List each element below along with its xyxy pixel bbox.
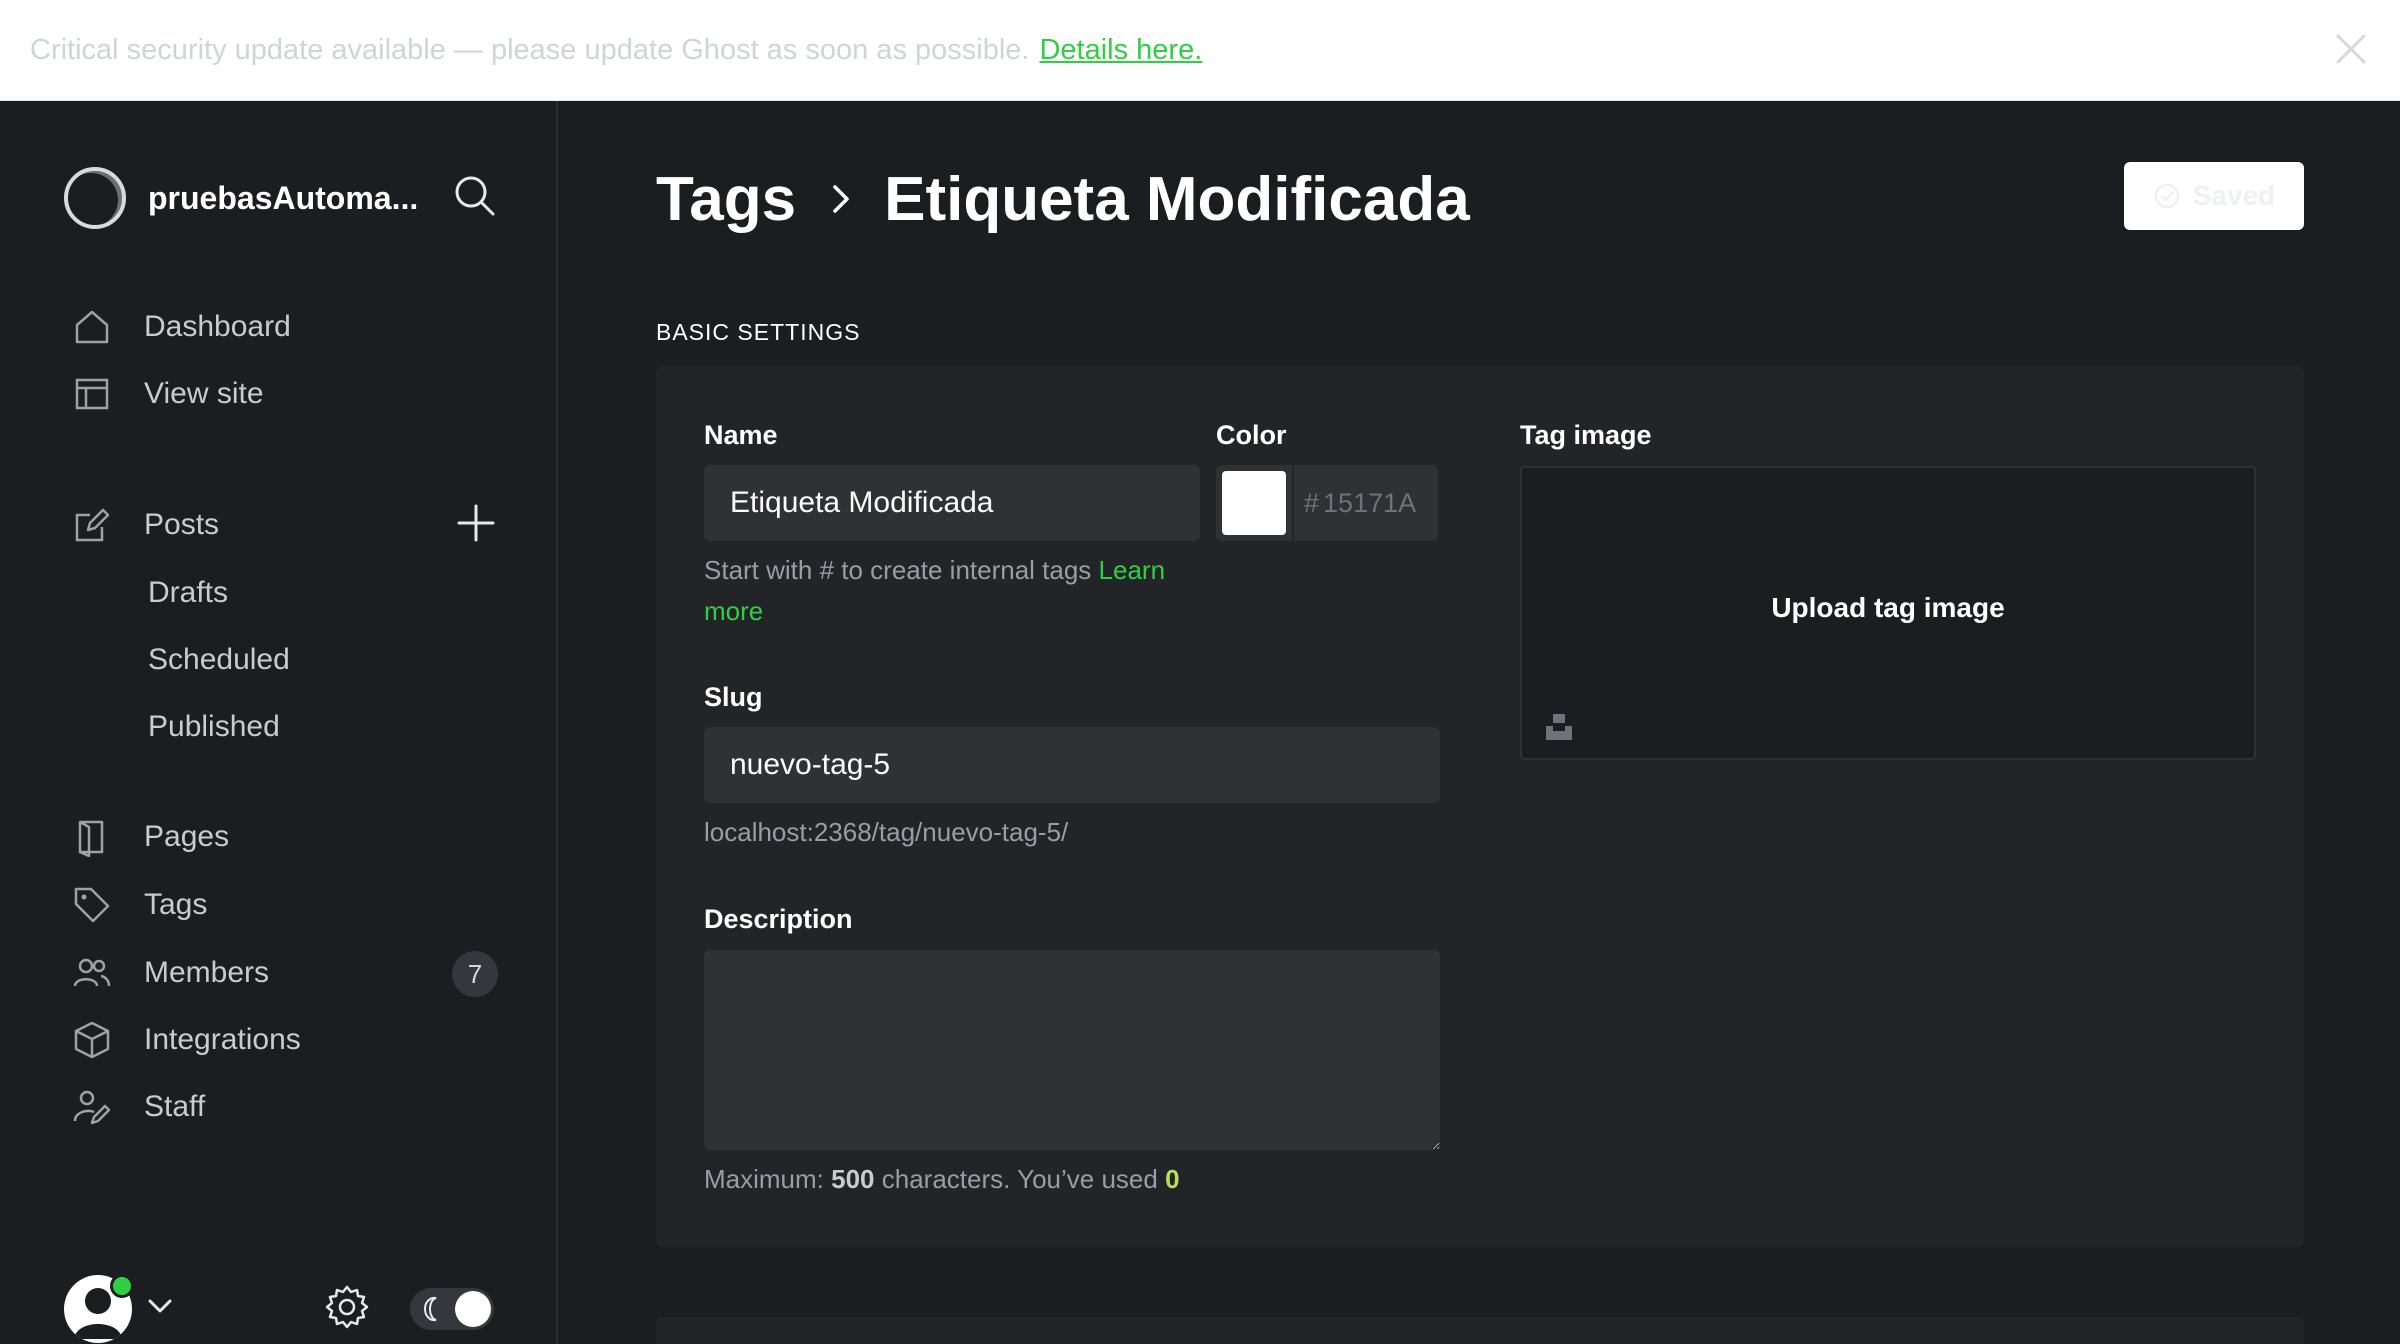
chevron-down-icon[interactable] (146, 1296, 174, 1316)
sidebar-item-label: Members (144, 956, 270, 989)
staff-icon (73, 1090, 111, 1125)
online-status-dot (110, 1274, 134, 1298)
sidebar-item-published[interactable]: Published (148, 702, 280, 752)
sidebar-item-scheduled[interactable]: Scheduled (148, 635, 290, 685)
page-title: Etiqueta Modificada (884, 164, 1470, 234)
name-hint: Start with # to create internal tags Lea… (704, 550, 1224, 632)
members-count-badge: 7 (452, 951, 498, 997)
sidebar-item-members[interactable]: Members (72, 947, 269, 999)
sidebar-item-posts[interactable]: Posts (72, 499, 219, 551)
name-hint-text: Start with # to create internal tags (704, 555, 1092, 585)
toggle-knob (455, 1291, 491, 1327)
description-textarea[interactable] (704, 950, 1440, 1150)
add-post-icon[interactable] (456, 503, 496, 543)
description-hint: Maximum: 500 characters. You’ve used 0 (704, 1159, 1180, 1200)
save-button[interactable]: Saved (2124, 162, 2304, 230)
sidebar-item-integrations[interactable]: Integrations (72, 1014, 301, 1066)
sidebar-item-label: Integrations (144, 1023, 301, 1056)
edit-icon (75, 508, 110, 542)
description-label: Description (704, 904, 853, 934)
site-logo-icon (64, 167, 126, 229)
sidebar-item-label: Pages (144, 820, 230, 853)
page-icon (78, 820, 104, 857)
slug-label: Slug (704, 682, 763, 712)
breadcrumb: Tags Etiqueta Modificada (656, 159, 1470, 239)
main-content: Tags Etiqueta Modificada Saved BASIC SET… (560, 101, 2400, 1344)
unsplash-icon (1546, 714, 1572, 740)
dark-mode-toggle[interactable] (410, 1288, 494, 1330)
sidebar-item-label: Dashboard (144, 310, 291, 343)
sidebar-item-staff[interactable]: Staff (72, 1081, 205, 1133)
banner-details-link[interactable]: Details here. (1039, 34, 1202, 67)
sidebar-item-label: Published (148, 710, 280, 743)
slug-url: localhost:2368/tag/nuevo-tag-5/ (704, 817, 1069, 847)
security-update-banner: Critical security update available — ple… (0, 0, 2400, 101)
secondary-settings-panel (656, 1317, 2304, 1344)
sidebar-item-label: Posts (144, 508, 220, 541)
sidebar-item-label: Tags (144, 888, 208, 921)
chevron-right-icon (833, 185, 849, 213)
color-swatch-wrap (1216, 465, 1292, 541)
sidebar-item-label: Scheduled (148, 643, 290, 676)
members-icon (73, 958, 111, 987)
color-label: Color (1216, 420, 1287, 450)
banner-message: Critical security update available — ple… (30, 33, 1030, 66)
sidebar-item-label: View site (144, 377, 264, 410)
desc-hint-used: 0 (1165, 1164, 1180, 1194)
check-icon (2154, 183, 2179, 209)
hex-placeholder: 15171A (1323, 487, 1417, 518)
sidebar-item-label: Drafts (148, 576, 229, 609)
sidebar-item-view-site[interactable]: View site (72, 368, 264, 420)
upload-tag-image-label: Upload tag image (1771, 592, 2005, 623)
gear-icon[interactable] (324, 1284, 370, 1330)
save-button-label: Saved (2192, 180, 2276, 211)
tag-icon (74, 887, 110, 923)
moon-icon (423, 1296, 437, 1322)
tag-image-label: Tag image (1520, 420, 1652, 450)
home-icon (75, 310, 109, 344)
breadcrumb-tags-link[interactable]: Tags (656, 164, 796, 235)
cube-icon (74, 1021, 110, 1059)
sidebar-item-tags[interactable]: Tags (72, 879, 207, 931)
close-icon[interactable] (2332, 30, 2370, 68)
color-hex-input[interactable]: # 15171A (1294, 465, 1438, 541)
upload-tag-image-button[interactable]: Upload tag image (1520, 466, 2256, 760)
name-label: Name (704, 420, 778, 450)
section-title: BASIC SETTINGS (656, 319, 861, 345)
layout-icon (75, 378, 109, 410)
hex-hash: # (1304, 487, 1320, 518)
sidebar-item-pages[interactable]: Pages (72, 811, 229, 863)
site-brand[interactable]: pruebasAutoma... (64, 163, 418, 233)
site-title: pruebasAutoma... (148, 179, 419, 216)
sidebar-item-label: Staff (144, 1090, 206, 1123)
desc-hint-prefix: Maximum: (704, 1164, 824, 1194)
sidebar: pruebasAutoma... Dashboard View site Pos… (0, 101, 558, 1344)
name-input[interactable]: Etiqueta Modificada (704, 465, 1200, 541)
sidebar-item-dashboard[interactable]: Dashboard (72, 301, 291, 353)
desc-hint-max: 500 (831, 1164, 875, 1194)
color-swatch[interactable] (1222, 471, 1286, 535)
desc-hint-mid: characters. You’ve used (881, 1164, 1158, 1194)
search-icon[interactable] (452, 173, 496, 217)
slug-input[interactable]: nuevo-tag-5 (704, 727, 1440, 803)
sidebar-item-drafts[interactable]: Drafts (148, 568, 228, 618)
